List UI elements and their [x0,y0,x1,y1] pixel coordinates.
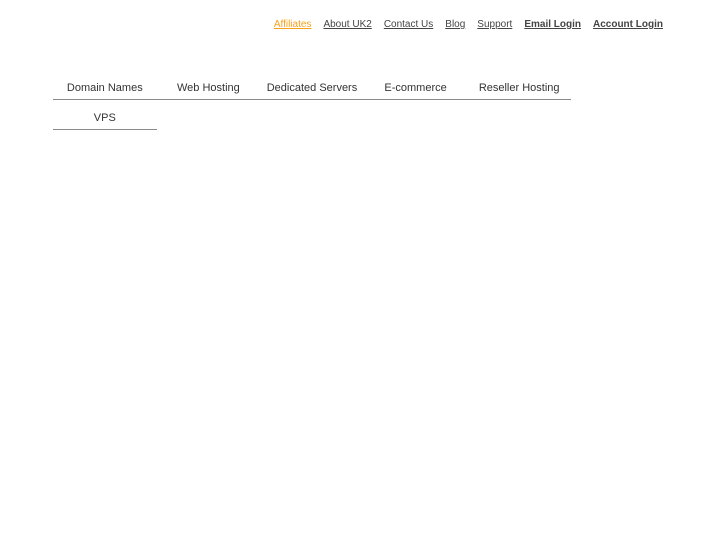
support-link[interactable]: Support [477,19,512,31]
contact-us-link[interactable]: Contact Us [384,19,433,31]
main-nav: Domain Names Web Hosting Dedicated Serve… [53,76,571,136]
nav-item-vps[interactable]: VPS [53,106,157,130]
nav-item-reseller-hosting[interactable]: Reseller Hosting [467,76,571,100]
nav-item-web-hosting[interactable]: Web Hosting [156,76,261,100]
email-login-link[interactable]: Email Login [524,19,581,31]
blog-link[interactable]: Blog [445,19,465,31]
nav-item-domain-names[interactable]: Domain Names [53,76,157,100]
nav-item-e-commerce[interactable]: E-commerce [363,76,468,100]
top-links: Affiliates About UK2 Contact Us Blog Sup… [274,19,663,31]
affiliates-link[interactable]: Affiliates [274,19,312,31]
nav-item-dedicated-servers[interactable]: Dedicated Servers [260,76,364,100]
account-login-link[interactable]: Account Login [593,19,663,31]
about-uk2-link[interactable]: About UK2 [323,19,371,31]
